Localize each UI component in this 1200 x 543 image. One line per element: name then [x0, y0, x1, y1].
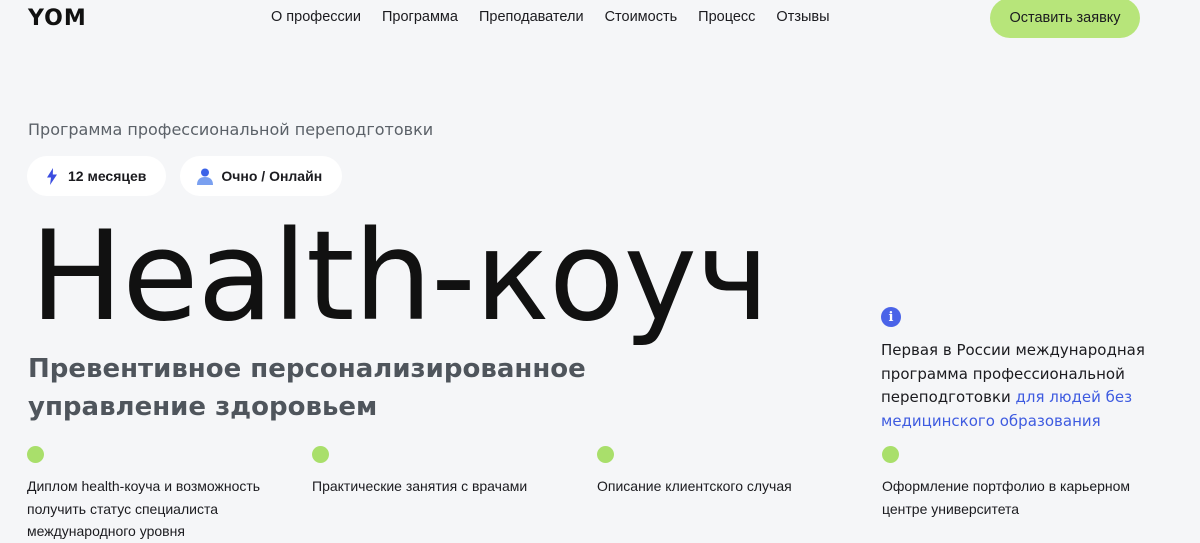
- info-note: Первая в России международная программа …: [881, 339, 1181, 433]
- hero-subtitle: Превентивное персонализированное управле…: [28, 354, 586, 422]
- submit-application-button[interactable]: Оставить заявку: [990, 0, 1140, 38]
- bullet-dot-icon: [312, 446, 329, 463]
- feature-item: Оформление портфолио в карьерном центре …: [882, 446, 1142, 520]
- bullet-dot-icon: [27, 446, 44, 463]
- site-header: YOM О профессии Программа Преподаватели …: [0, 0, 1200, 38]
- feature-text: Описание клиентского случая: [597, 478, 792, 494]
- logo[interactable]: YOM: [28, 6, 87, 31]
- nav-item-reviews[interactable]: Отзывы: [776, 9, 829, 25]
- format-chip: Очно / Онлайн: [180, 156, 343, 196]
- lightning-icon: [44, 167, 60, 185]
- nav-item-about[interactable]: О профессии: [271, 9, 361, 25]
- nav-item-teachers[interactable]: Преподаватели: [479, 9, 584, 25]
- feature-text: Практические занятия с врачами: [312, 478, 528, 494]
- person-icon: [197, 167, 214, 185]
- program-chips: 12 месяцев Очно / Онлайн: [27, 156, 343, 196]
- format-label: Очно / Онлайн: [221, 168, 323, 184]
- bullet-dot-icon: [882, 446, 899, 463]
- duration-chip: 12 месяцев: [27, 156, 167, 196]
- main-nav: О профессии Программа Преподаватели Стои…: [271, 9, 830, 25]
- nav-item-price[interactable]: Стоимость: [605, 9, 678, 25]
- program-type-label: Программа профессиональной переподготовк…: [28, 120, 434, 139]
- duration-label: 12 месяцев: [68, 168, 147, 184]
- nav-item-process[interactable]: Процесс: [698, 9, 755, 25]
- feature-item: Практические занятия с врачами: [312, 446, 572, 498]
- feature-text: Оформление портфолио в карьерном центре …: [882, 478, 1131, 517]
- info-icon: i: [881, 307, 901, 327]
- hero-title: Health-коуч: [30, 205, 769, 349]
- nav-item-program[interactable]: Программа: [382, 9, 458, 25]
- feature-item: Описание клиентского случая: [597, 446, 857, 498]
- bullet-dot-icon: [597, 446, 614, 463]
- feature-item: Диплом health-коуча и возможность получи…: [27, 446, 287, 543]
- feature-text: Диплом health-коуча и возможность получи…: [27, 478, 261, 539]
